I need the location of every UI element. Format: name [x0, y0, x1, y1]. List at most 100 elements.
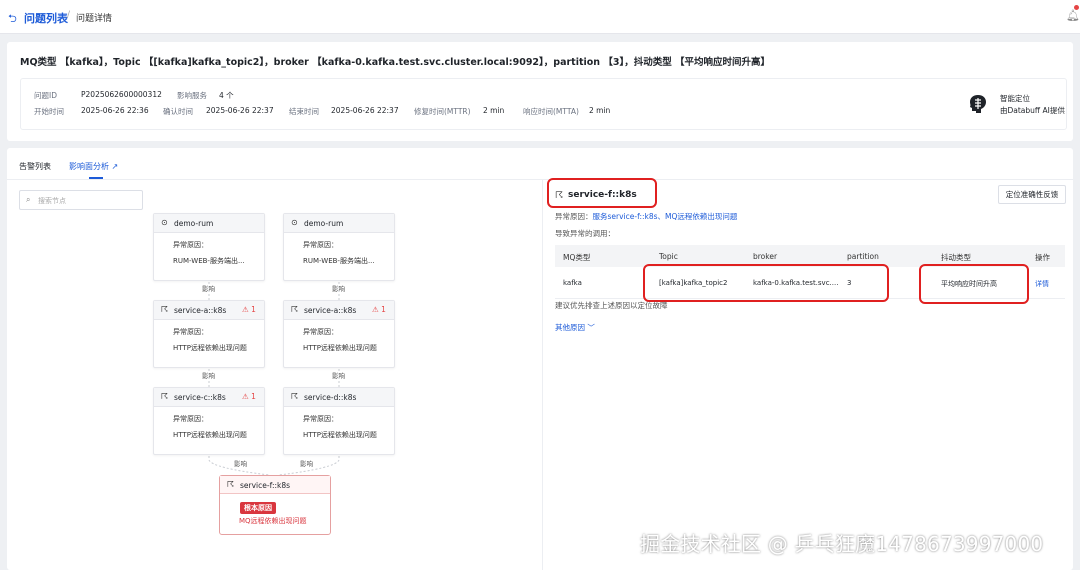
end-time-value: 2025-06-26 22:37: [331, 106, 399, 115]
edge-label: 影响: [332, 372, 345, 380]
node-header: ☈ service-a::k8s ⚠︎ 1: [284, 301, 394, 320]
node-cause-label: 异常原因：: [303, 415, 338, 423]
mttr-label: 修复时间(MTTR): [414, 107, 471, 116]
notification-dot: [1074, 5, 1079, 10]
k8s-service-icon: ☈: [291, 305, 299, 314]
mtta-value: 2 min: [589, 106, 611, 115]
edge-label: 影响: [234, 460, 247, 468]
node-title: service-a::k8s: [174, 306, 227, 315]
node-cause-text: HTTP远程依赖出现问题: [303, 344, 377, 352]
node-cause-text: HTTP远程依赖出现问题: [303, 431, 377, 439]
node-header: ☈ service-a::k8s ⚠︎ 1: [154, 301, 264, 320]
graph-node[interactable]: ☈ service-c::k8s ⚠︎ 1 异常原因： HTTP远程依赖出现问题: [153, 387, 265, 455]
highlight-box: [919, 264, 1029, 304]
breadcrumb-separator: /: [67, 10, 71, 20]
problem-meta: 问题ID P2025062600000312 影响服务 4 个 开始时间 202…: [20, 78, 1067, 130]
edge-label: 影响: [332, 285, 345, 293]
alarm-badge: ⚠︎ 1: [242, 305, 256, 314]
problem-id-value: P2025062600000312: [81, 90, 162, 99]
cell-mq-type: kafka: [563, 279, 582, 287]
column-header: partition: [847, 252, 879, 261]
affected-services-value: 4 个: [219, 91, 234, 100]
node-cause-label: 异常原因：: [173, 415, 208, 423]
edge-label: 影响: [202, 285, 215, 293]
graph-node[interactable]: ⊙ demo-rum 异常原因： RUM-WEB-服务端出...: [283, 213, 395, 281]
app-icon: ⊙: [161, 218, 168, 227]
back-arrow-icon[interactable]: ⮌: [8, 10, 17, 29]
alarm-count: 1: [251, 305, 256, 314]
accuracy-feedback-button[interactable]: 定位准确性反馈: [998, 185, 1066, 204]
edge-label: 影响: [300, 460, 313, 468]
k8s-service-icon: ☈: [555, 191, 564, 201]
breadcrumb-problem-detail: 问题详情: [76, 14, 113, 24]
other-causes-toggle[interactable]: 其他原因 ﹀: [555, 322, 595, 333]
problem-id-label: 问题ID: [34, 91, 57, 100]
root-cause-node[interactable]: ☈ service-f::k8s 根本原因 MQ远程依赖出现问题: [219, 475, 331, 535]
affected-services-label: 影响服务: [177, 91, 207, 100]
alarm-badge: ⚠︎ 1: [372, 305, 386, 314]
mttr-value: 2 min: [483, 106, 505, 115]
node-cause-label: 异常原因：: [173, 328, 208, 336]
k8s-service-icon: ☈: [291, 392, 299, 401]
node-title: demo-rum: [304, 219, 344, 228]
node-cause-text: HTTP远程依赖出现问题: [173, 431, 247, 439]
brain-icon: [970, 95, 986, 113]
smart-locate-title: 智能定位: [1000, 94, 1030, 103]
cause-row: 异常原因：服务service-f::k8s、MQ远程依赖出现问题: [555, 211, 737, 222]
root-cause-text: MQ远程依赖出现问题: [239, 517, 307, 525]
node-title: service-d::k8s: [304, 393, 357, 402]
graph-node[interactable]: ⊙ demo-rum 异常原因： RUM-WEB-服务端出...: [153, 213, 265, 281]
root-cause-badge: 根本原因: [240, 502, 276, 514]
alarm-icon: ⚠︎: [242, 392, 249, 401]
column-header: 操作: [1035, 253, 1050, 262]
node-title: service-a::k8s: [304, 306, 357, 315]
bell-icon[interactable]: 🔔︎: [1066, 9, 1080, 22]
start-time-value: 2025-06-26 22:36: [81, 106, 149, 115]
calls-label: 导致异常的调用：: [555, 229, 615, 238]
node-cause-label: 异常原因：: [303, 241, 338, 249]
app-icon: ⊙: [291, 218, 298, 227]
problem-title: MQ类型 【kafka】，Topic 【[kafka]kafka_topic2】…: [20, 57, 771, 68]
node-cause-text: RUM-WEB-服务端出...: [173, 257, 245, 265]
node-cause-text: HTTP远程依赖出现问题: [173, 344, 247, 352]
node-header: ⊙ demo-rum: [284, 214, 394, 233]
node-header: ☈ service-f::k8s: [220, 476, 330, 494]
smart-locate-provider: 由Databuff AI提供: [1000, 106, 1065, 115]
troubleshoot-hint: 建议优先排查上述原因以定位故障: [555, 301, 668, 310]
alarm-icon: ⚠︎: [242, 305, 249, 314]
node-title: demo-rum: [174, 219, 214, 228]
graph-node[interactable]: ☈ service-a::k8s ⚠︎ 1 异常原因： HTTP远程依赖出现问题: [153, 300, 265, 368]
column-header: Topic: [659, 252, 678, 261]
watermark: 掘金技术社区 @ 乒乓狂魔1478673997000: [640, 532, 1044, 556]
mtta-label: 响应时间(MTTA): [523, 107, 579, 116]
alarm-badge: ⚠︎ 1: [242, 392, 256, 401]
breadcrumb-problem-list[interactable]: 问题列表: [24, 10, 68, 26]
pane-divider: [542, 180, 543, 570]
node-cause-text: RUM-WEB-服务端出...: [303, 257, 375, 265]
node-cause-label: 异常原因：: [173, 241, 208, 249]
k8s-service-icon: ☈: [161, 392, 169, 401]
cause-label: 异常原因：: [555, 212, 593, 221]
alarm-icon: ⚠︎: [372, 305, 379, 314]
start-time-label: 开始时间: [34, 107, 64, 116]
k8s-service-icon: ☈: [227, 480, 235, 489]
highlight-box: [643, 264, 889, 302]
node-title: service-f::k8s: [240, 481, 291, 490]
edge-label: 影响: [202, 372, 215, 380]
top-bar: ⮌ 问题列表 / 问题详情 🔔︎: [0, 0, 1080, 34]
problem-header-card: MQ类型 【kafka】，Topic 【[kafka]kafka_topic2】…: [7, 42, 1073, 141]
alarm-count: 1: [251, 392, 256, 401]
main-panel: 告警列表 影响面分析 ↗︎ ⌕ 搜索节点 影响 影响 影响 影响 影响 影响 ⊙…: [7, 148, 1073, 570]
node-title: service-c::k8s: [174, 393, 226, 402]
confirm-time-label: 确认时间: [163, 107, 193, 116]
graph-node[interactable]: ☈ service-d::k8s 异常原因： HTTP远程依赖出现问题: [283, 387, 395, 455]
alarm-count: 1: [381, 305, 386, 314]
node-header: ☈ service-d::k8s: [284, 388, 394, 407]
graph-node[interactable]: ☈ service-a::k8s ⚠︎ 1 异常原因： HTTP远程依赖出现问题: [283, 300, 395, 368]
end-time-label: 结束时间: [289, 107, 319, 116]
cause-link[interactable]: 服务service-f::k8s、MQ远程依赖出现问题: [593, 212, 738, 221]
node-header: ⊙ demo-rum: [154, 214, 264, 233]
details-link[interactable]: 详情: [1035, 279, 1049, 289]
column-header: broker: [753, 252, 778, 261]
column-header: MQ类型: [563, 253, 591, 262]
